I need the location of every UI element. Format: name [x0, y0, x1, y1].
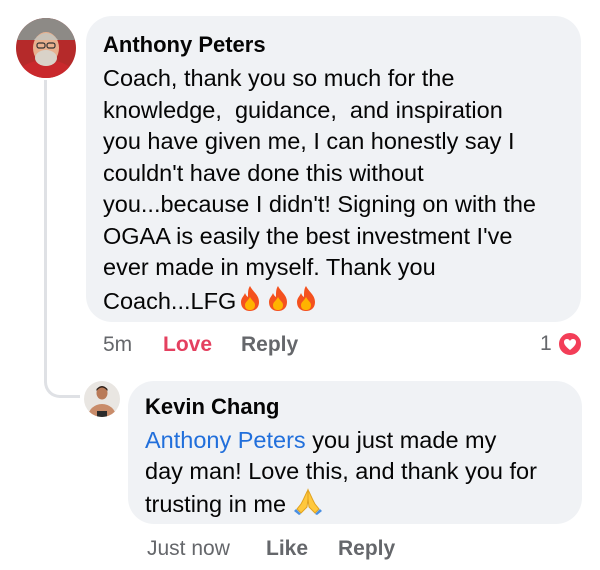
reply-button[interactable]: Reply	[338, 537, 395, 561]
like-button[interactable]: Like	[266, 537, 308, 561]
reply-actions: Just now Like Reply	[0, 0, 600, 570]
reply-timestamp[interactable]: Just now	[147, 537, 230, 561]
